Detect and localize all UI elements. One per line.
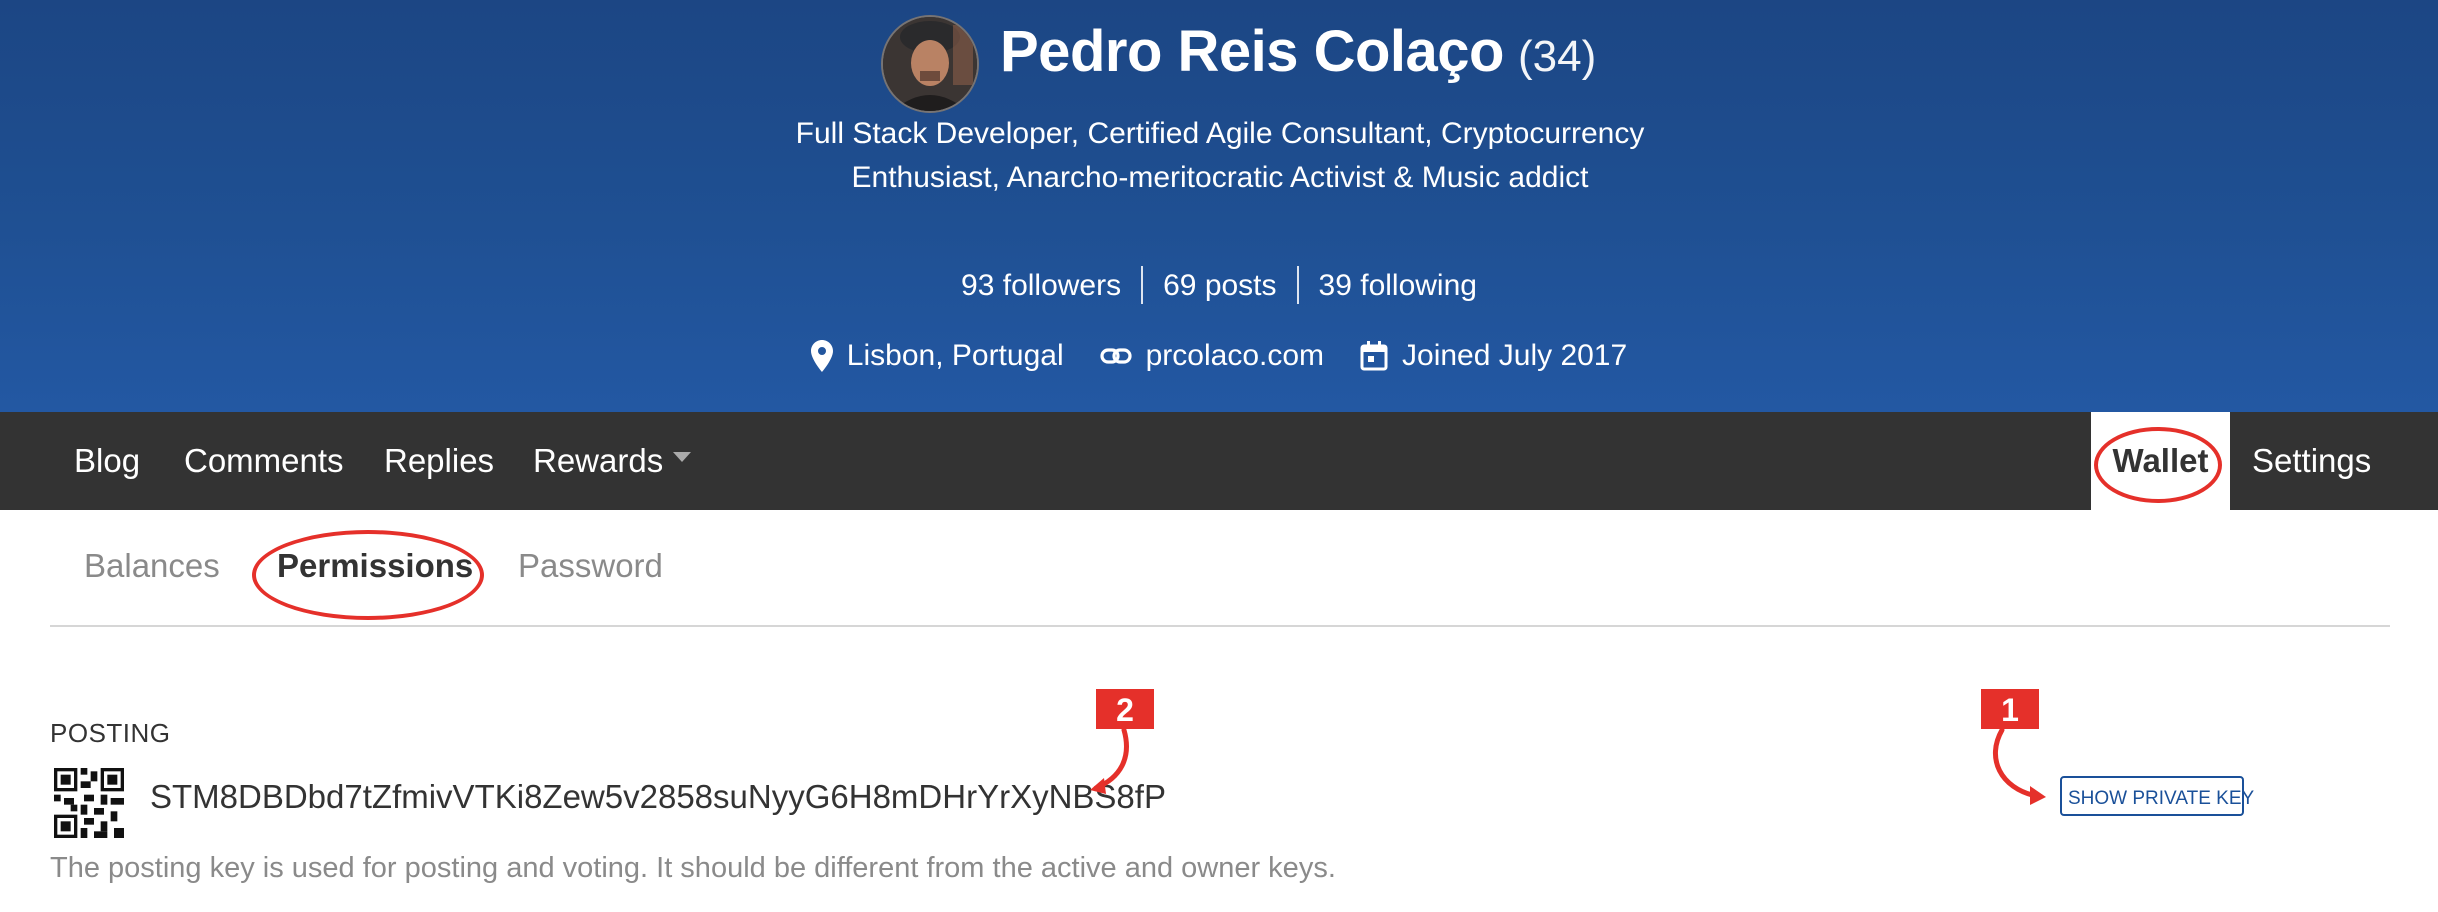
posting-public-key: STM8DBDbd7tZfmivVTKi8Zew5v2858suNyyG6H8m… <box>150 778 1166 815</box>
annotation-arrow-1 <box>1992 727 2046 805</box>
annotation-badge-1: 1 <box>1981 689 2039 729</box>
profile-bio: Full Stack Developer, Certified Agile Co… <box>795 117 1645 194</box>
following-count[interactable]: 39 following <box>1299 266 1497 306</box>
nav-rewards[interactable]: Rewards <box>533 412 692 510</box>
profile-header: Pedro Reis Colaço (34) Full Stack Develo… <box>0 0 2438 412</box>
location-text: Lisbon, Portugal <box>846 339 1064 372</box>
calendar-icon <box>1360 341 1388 371</box>
tab-balances[interactable]: Balances <box>84 546 220 586</box>
website-link[interactable]: prcolaco.com <box>1146 336 1324 376</box>
profile-nav: Blog Comments Replies Rewards Settings <box>0 412 2438 510</box>
join-date: Joined July 2017 <box>1360 336 1627 376</box>
reputation-score: (34) <box>1517 32 1597 81</box>
profile-name-row: Pedro Reis Colaço (34) <box>1000 18 1596 98</box>
caret-down-icon <box>673 452 692 463</box>
tabs-divider <box>50 625 2390 627</box>
tab-password[interactable]: Password <box>518 546 663 586</box>
annotation-badge-2: 2 <box>1096 689 1154 729</box>
nav-settings[interactable]: Settings <box>2252 412 2371 510</box>
nav-replies[interactable]: Replies <box>384 412 494 510</box>
profile-meta: Lisbon, Portugal prcolaco.com Joined Jul… <box>0 336 2438 376</box>
profile-stats: 93 followers 69 posts 39 following <box>0 266 2438 306</box>
website[interactable]: prcolaco.com <box>1100 336 1324 376</box>
qr-code-icon[interactable] <box>54 768 124 838</box>
annotation-circle-permissions <box>252 530 484 620</box>
followers-count[interactable]: 93 followers <box>941 266 1141 306</box>
avatar[interactable] <box>881 15 979 113</box>
location: Lisbon, Portugal <box>810 336 1064 376</box>
show-private-key-button[interactable]: SHOW PRIVATE KEY <box>2060 776 2254 816</box>
posting-key-description: The posting key is used for posting and … <box>50 852 1336 884</box>
posting-key-heading: POSTING <box>50 718 171 748</box>
annotation-arrow-2 <box>1090 727 1129 794</box>
join-date-text: Joined July 2017 <box>1402 339 1628 372</box>
link-icon <box>1100 348 1132 364</box>
nav-comments[interactable]: Comments <box>184 412 344 510</box>
location-pin-icon <box>810 340 833 372</box>
posts-count: 69 posts <box>1163 269 1277 302</box>
annotation-circle-wallet <box>2094 427 2222 503</box>
profile-name: Pedro Reis Colaço <box>1000 19 1504 84</box>
nav-rewards-label: Rewards <box>533 442 664 479</box>
nav-blog[interactable]: Blog <box>74 412 140 510</box>
